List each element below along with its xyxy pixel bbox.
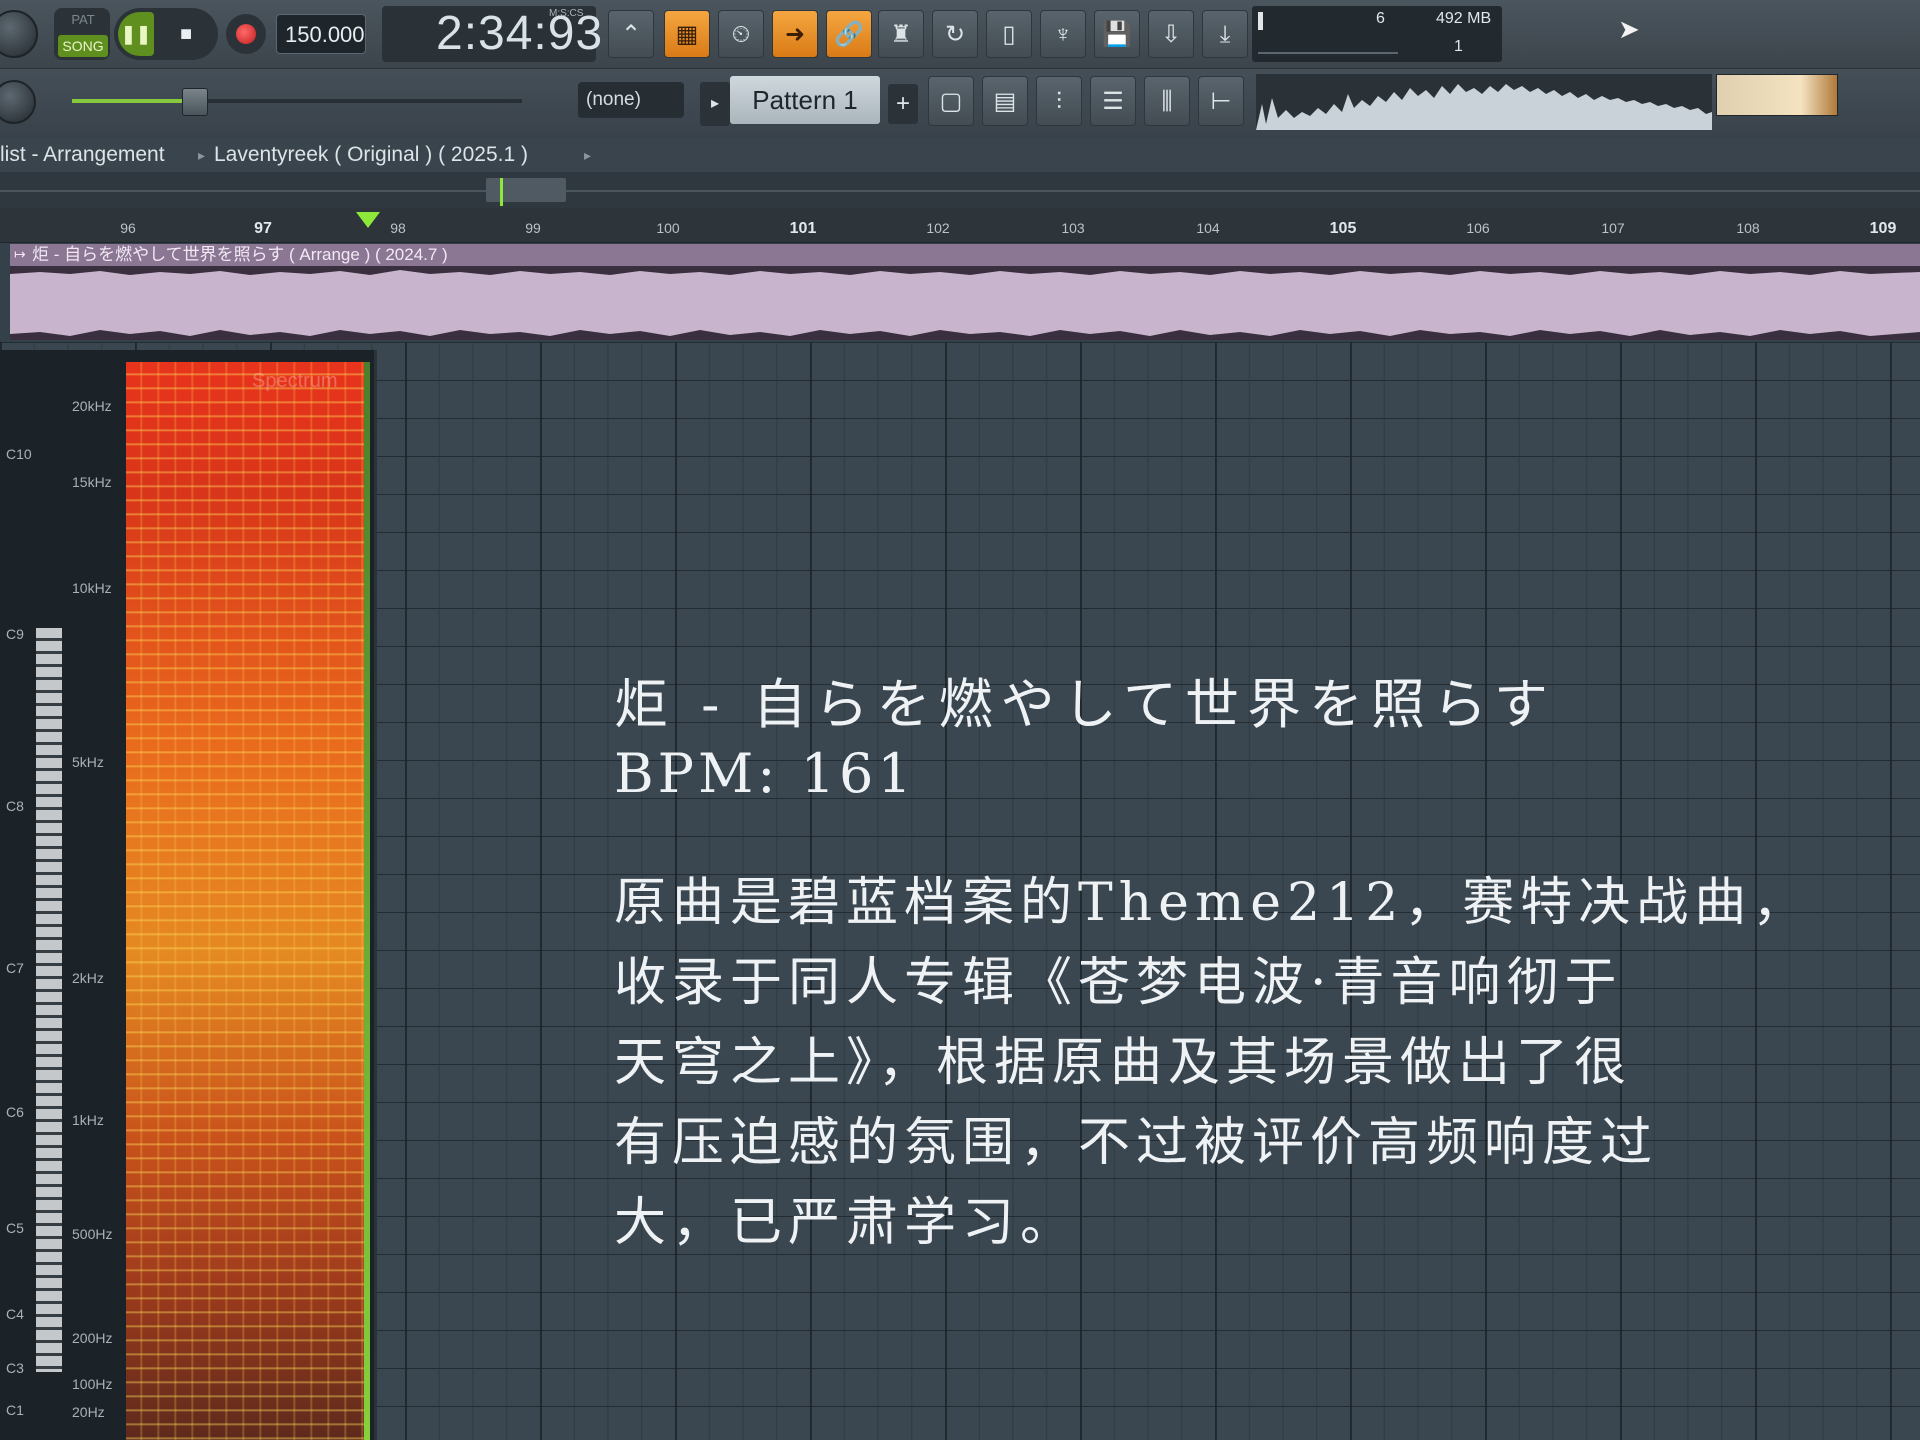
note-label-c10: C10 [6,446,32,462]
freq-label-20khz: 20kHz [72,398,112,414]
channel-rack-icon[interactable]: ☰ [1090,76,1136,126]
plugin-picker-icon[interactable]: ♆ [1040,10,1086,58]
stop-button[interactable]: ■ [168,12,204,56]
note-label-c3: C3 [6,1360,24,1376]
pause-button[interactable]: ❚❚ [118,12,154,56]
ruler-bar-label: 99 [525,220,541,236]
polyphony-value: 1 [1454,38,1463,55]
freq-label-1khz: 1kHz [72,1112,104,1128]
freq-label-15khz: 15kHz [72,474,112,490]
ruler-bar-label: 106 [1466,220,1490,236]
description-line: 有压迫感的氛围，不过被评价高频响度过 [614,1113,1659,1173]
step-sequencer-icon[interactable]: ⫶ [1036,76,1082,126]
step-edit-arrow-icon[interactable]: ➜ [772,10,818,58]
ruler-bar-label: 105 [1329,220,1357,237]
description-line: 原曲是碧蓝档案的Theme212，赛特决战曲， [614,873,1811,933]
spectrogram-image [126,362,370,1440]
scroll-track [0,190,1920,192]
freq-label-20hz: 20Hz [72,1404,105,1420]
loop-record-icon[interactable]: ↻ [932,10,978,58]
mixer-icon[interactable]: ⫼ [1144,76,1190,126]
note-label-c5: C5 [6,1220,24,1236]
playlist-icon[interactable]: ▢ [928,76,974,126]
timeline-ruler[interactable] [0,208,1920,243]
pattern-selector[interactable]: Pattern 1 [730,76,880,124]
audio-clip-header[interactable]: 炬 - 自らを燃やして世界を照らす ( Arrange ) ( 2024.7 ) [10,244,1920,266]
cpu-graph-line [1258,52,1398,54]
bpm-line: BPM: 161 [614,742,916,805]
note-label-c8: C8 [6,798,24,814]
wait-record-icon[interactable]: ⏲ [718,10,764,58]
ruler-bar-label: 100 [656,220,680,236]
ruler-bar-label: 96 [120,220,136,236]
pattern-selector-arrow[interactable]: ▸ [700,82,730,126]
add-pattern-button[interactable]: + [888,84,918,124]
playhead-marker[interactable] [356,212,380,228]
typing-keyboard-icon[interactable]: ▦ [664,10,710,58]
ruler-bar-label: 103 [1061,220,1085,236]
cpu-value: 6 [1376,10,1385,27]
output-level-meter [1716,74,1838,116]
song-title: 炬 - 自らを燃やして世界を照らす [614,673,1556,736]
note-label-c6: C6 [6,1104,24,1120]
audio-clip-waveform[interactable] [10,266,1920,340]
playlist-window-title: list - Arrangement [0,143,165,166]
note-label-c7: C7 [6,960,24,976]
note-label-c9: C9 [6,626,24,642]
freq-label-500hz: 500Hz [72,1226,113,1242]
cpu-meter [1258,12,1263,30]
song-mode-button[interactable]: SONG [58,35,108,57]
clip-menu-icon[interactable]: ↦ [14,246,26,263]
freq-label-2khz: 2kHz [72,970,104,986]
ruler-bar-label: 98 [390,220,406,236]
blend-notes-icon[interactable]: ♜ [878,10,924,58]
piano-roll-icon[interactable]: ▤ [982,76,1028,126]
ruler-bar-label: 104 [1196,220,1220,236]
record-icon [236,24,256,44]
pat-mode-label[interactable]: PAT [60,11,106,29]
ruler-bar-label: 97 [254,220,272,237]
save-icon[interactable]: 💾 [1094,10,1140,58]
freq-label-100hz: 100Hz [72,1376,113,1392]
description-line: 天穹之上》，根据原曲及其场景做出了很 [614,1033,1633,1093]
metronome-icon[interactable]: ⌃ [608,10,654,58]
ruler-bar-label: 101 [789,220,817,237]
breadcrumb-arrow-icon: ▸ [198,147,206,163]
song-overview-waveform [1256,74,1712,130]
scroll-playhead-marker [500,178,503,206]
snap-selector[interactable]: (none) [578,82,684,118]
arrangement-menu-arrow-icon[interactable]: ▸ [584,138,591,172]
freq-label-10khz: 10kHz [72,580,112,596]
tempo-field[interactable]: 150.000 [276,14,366,54]
new-file-icon[interactable]: ▯ [986,10,1032,58]
save-as-icon[interactable]: ⇩ [1148,10,1194,58]
master-slider-handle[interactable] [182,88,208,116]
spectrum-title: Spectrum [252,370,338,392]
arrangement-name[interactable]: Laventyreek ( Original ) ( 2025.1 ) [214,138,528,172]
note-label-c4: C4 [6,1306,24,1322]
ruler-bar-label: 109 [1869,220,1897,237]
ruler-bar-label: 108 [1736,220,1760,236]
scroll-thumb[interactable] [486,178,566,202]
memory-value: 492 MB [1436,10,1492,27]
spectrogram-edge-meter [364,362,370,1440]
mouse-cursor-icon: ➤ [1618,14,1640,44]
master-slider-fill [72,99,194,103]
piano-keys-scale [36,628,62,1372]
freq-label-5khz: 5kHz [72,754,104,770]
export-icon[interactable]: ⤓ [1202,10,1248,58]
browser-icon[interactable]: ⊢ [1198,76,1244,126]
description-line: 大，已严肃学习。 [614,1193,1079,1253]
time-format-label: M:S:CS [549,8,584,19]
pause-icon: ❚❚ [120,24,152,44]
ruler-bar-label: 107 [1601,220,1625,236]
ruler-bar-label: 102 [926,220,950,236]
stop-icon: ■ [179,23,193,45]
link-chain-icon[interactable]: 🔗 [826,10,872,58]
description-line: 收录于同人专辑《苍梦电波·青音响彻于 [614,953,1623,1013]
note-label-c1: C1 [6,1402,24,1418]
freq-label-200hz: 200Hz [72,1330,113,1346]
